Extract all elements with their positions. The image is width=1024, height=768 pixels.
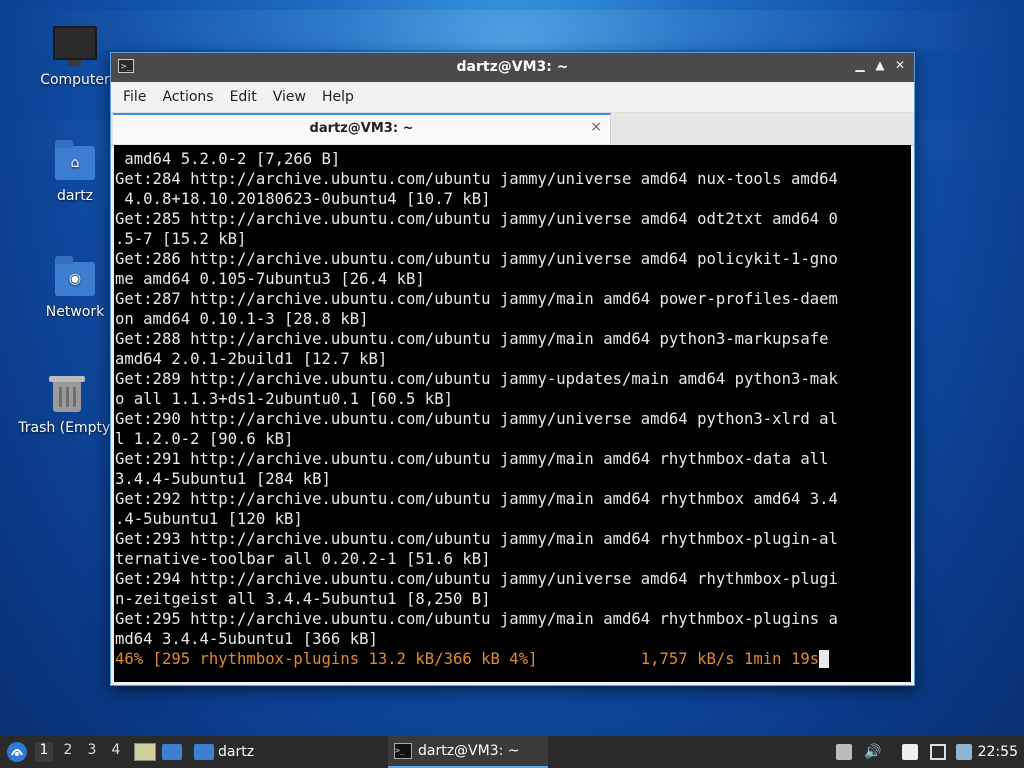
clipboard-icon[interactable] [902,744,918,760]
terminal-line: me amd64 0.105-7ubuntu3 [26.4 kB] [115,270,425,288]
terminal-line: l 1.2.0-2 [90.6 kB] [115,430,294,448]
terminal-line: md64 3.4.4-5ubuntu1 [366 kB] [115,630,378,648]
terminal-line: Get:285 http://archive.ubuntu.com/ubuntu… [115,210,838,228]
start-menu-button[interactable] [6,736,28,768]
trash-icon [45,372,89,416]
terminal-line: Get:289 http://archive.ubuntu.com/ubuntu… [115,370,838,388]
computer-icon [53,24,97,68]
window-title: dartz@VM3: ~ [456,59,569,75]
terminal-line: amd64 5.2.0-2 [7,266 B] [115,150,341,168]
network-icon[interactable] [956,744,972,760]
terminal-line: amd64 2.0.1-2build1 [12.7 kB] [115,350,388,368]
terminal-text: amd64 5.2.0-2 [7,266 B] Get:284 http://ar… [114,145,911,669]
lubuntu-logo-icon [7,742,27,762]
tab-close-icon[interactable]: × [590,119,602,135]
taskbar-folder-button[interactable]: dartz [194,736,254,768]
desktop-icon-label: Trash (Empty) [18,420,116,436]
menu-view[interactable]: View [265,89,314,105]
menu-bar: File Actions Edit View Help [111,82,914,113]
terminal-line: ternative-toolbar all 0.20.2-1 [51.6 kB] [115,550,491,568]
progress-text: 46% [295 rhythmbox-plugins 13.2 kB/366 k… [115,650,820,668]
file-manager-icon [162,744,182,760]
workspace-3[interactable]: 3 [83,742,101,762]
maximize-button[interactable]: ▲ [872,58,888,72]
close-button[interactable]: ✕ [892,58,908,72]
taskbar-terminal-label: dartz@VM3: ~ [418,743,520,759]
terminal-window: >_ dartz@VM3: ~ ▁ ▲ ✕ File Actions Edit … [110,52,915,686]
taskbar: 1 2 3 4 dartz >_ dartz@VM3: ~ 🔊 22:55 [0,736,1024,768]
menu-edit[interactable]: Edit [222,89,265,105]
clock[interactable]: 22:55 [978,744,1018,760]
workspace-1[interactable]: 1 [35,742,53,762]
show-desktop-button[interactable] [134,736,156,768]
menu-actions[interactable]: Actions [154,89,221,105]
terminal-line: .5-7 [15.2 kB] [115,230,247,248]
taskbar-folder-label: dartz [218,744,255,760]
terminal-line: Get:293 http://archive.ubuntu.com/ubuntu… [115,530,838,548]
terminal-line: Get:288 http://archive.ubuntu.com/ubuntu… [115,330,829,348]
home-folder-icon: ⌂ [53,140,97,184]
folder-icon [194,744,214,760]
terminal-line: .4-5ubuntu1 [120 kB] [115,510,303,528]
network-folder-icon: ◉ [53,256,97,300]
volume-icon[interactable]: 🔊 [864,744,881,760]
terminal-line: Get:287 http://archive.ubuntu.com/ubuntu… [115,290,838,308]
terminal-line: Get:295 http://archive.ubuntu.com/ubuntu… [115,610,838,628]
terminal-line: Get:284 http://archive.ubuntu.com/ubuntu… [115,170,838,188]
terminal-line: 3.4.4-5ubuntu1 [284 kB] [115,470,331,488]
tab-label: dartz@VM3: ~ [309,121,414,136]
terminal-line: on amd64 0.10.1-3 [28.8 kB] [115,310,369,328]
window-titlebar[interactable]: >_ dartz@VM3: ~ ▁ ▲ ✕ [111,53,914,82]
terminal-output[interactable]: amd64 5.2.0-2 [7,266 B] Get:284 http://ar… [114,145,911,682]
minimize-button[interactable]: ▁ [852,58,868,72]
menu-file[interactable]: File [115,89,154,105]
updates-icon[interactable] [836,744,852,760]
display-icon[interactable] [930,744,946,760]
desktop-icon-trash[interactable]: Trash (Empty) [12,372,122,436]
tab-terminal[interactable]: dartz@VM3: ~ × [113,113,611,144]
terminal-line: Get:294 http://archive.ubuntu.com/ubuntu… [115,570,838,588]
workspace-2[interactable]: 2 [59,742,77,762]
terminal-icon: >_ [394,743,412,759]
terminal-line: n-zeitgeist all 3.4.4-5ubuntu1 [8,250 B] [115,590,491,608]
terminal-line: o all 1.1.3+ds1-2ubuntu0.1 [60.5 kB] [115,390,453,408]
desktop-icon [134,743,156,761]
terminal-line: Get:286 http://archive.ubuntu.com/ubuntu… [115,250,838,268]
file-manager-launcher[interactable] [162,736,182,768]
download-progress-line: 46% [295 rhythmbox-plugins 13.2 kB/366 k… [115,649,911,669]
terminal-line: Get:292 http://archive.ubuntu.com/ubuntu… [115,490,838,508]
wallpaper-streak [0,10,1024,50]
terminal-line: 4.0.8+18.10.20180623-0ubuntu4 [10.7 kB] [115,190,491,208]
menu-help[interactable]: Help [314,89,362,105]
terminal-line: Get:291 http://archive.ubuntu.com/ubuntu… [115,450,829,468]
terminal-line: Get:290 http://archive.ubuntu.com/ubuntu… [115,410,838,428]
taskbar-terminal-button[interactable]: >_ dartz@VM3: ~ [388,736,548,768]
workspace-4[interactable]: 4 [107,742,125,762]
tab-bar: dartz@VM3: ~ × [111,113,914,146]
terminal-cursor [819,650,830,668]
